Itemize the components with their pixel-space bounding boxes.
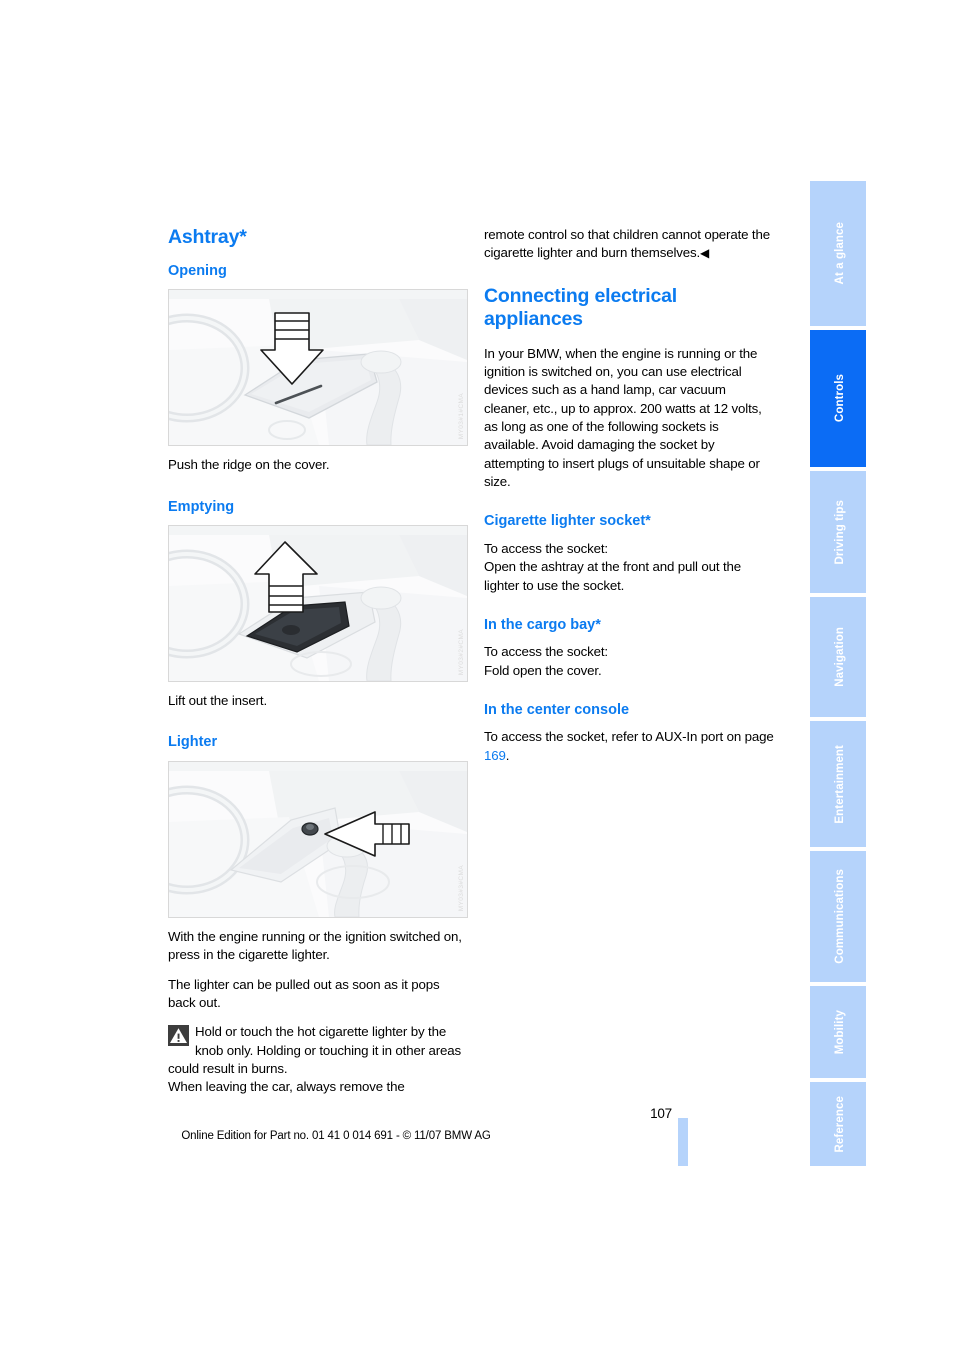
lighter-paragraph-2: The lighter can be pulled out as soon as…: [168, 976, 440, 1010]
tab-label: Reference: [834, 1095, 846, 1153]
heading-center-console: In the center console: [484, 701, 630, 718]
tab-label: Driving tips: [834, 499, 846, 565]
page-reference-link[interactable]: 169: [484, 748, 506, 763]
cargo-bay-line-2: Fold open the cover.: [484, 662, 602, 678]
warning-note: Hold or touch the hot cigarette lighter …: [168, 1023, 468, 1096]
heading-lighter: Lighter: [168, 734, 218, 751]
figure-lighter-illustration: [169, 761, 467, 917]
tab-label: Mobility: [834, 1009, 846, 1055]
figure-opening-ashtray: MY03#1#CMA: [168, 289, 468, 447]
heading-cargo-bay: In the cargo bay*: [484, 616, 601, 633]
tab-mobility[interactable]: Mobility: [810, 986, 866, 1078]
tab-communications[interactable]: Communications: [810, 851, 866, 982]
lighter-paragraph-1: With the engine running or the ignition …: [168, 928, 462, 963]
continued-paragraph-text: remote control so that children cannot o…: [484, 227, 770, 261]
chapter-tab-rail: At a glance Controls Driving tips Naviga…: [810, 181, 866, 1166]
figure-code: MY03#3#CMA: [458, 864, 465, 911]
left-column: Ashtray* Opening MY03#1#CMA Push the rid…: [168, 226, 468, 1097]
continued-paragraph: remote control so that children cannot o…: [484, 226, 774, 263]
caption-emptying: Lift out the insert.: [168, 693, 267, 709]
end-of-section-marker: ◀: [700, 246, 710, 261]
page-title: Ashtray*: [168, 226, 247, 248]
tab-entertainment[interactable]: Entertainment: [810, 721, 866, 847]
warning-text: Hold or touch the hot cigarette lighter …: [168, 1024, 462, 1076]
tab-label: At a glance: [834, 222, 846, 285]
heading-cigarette-lighter-socket: Cigarette lighter socket*: [484, 513, 651, 530]
cargo-bay-line-1: To access the socket:: [484, 644, 608, 660]
tab-label: Controls: [834, 374, 846, 423]
right-column: remote control so that children cannot o…: [484, 226, 774, 776]
tab-controls[interactable]: Controls: [810, 330, 866, 467]
tab-navigation[interactable]: Navigation: [810, 597, 866, 717]
cigarette-socket-line-1: To access the socket:: [484, 540, 608, 556]
figure-code: MY03#2#CMA: [458, 628, 465, 676]
tab-label: Entertainment: [834, 744, 846, 824]
intro-paragraph: In your BMW, when the engine is running …: [484, 345, 762, 490]
caption-opening: Push the ridge on the cover.: [168, 457, 330, 473]
figure-lighter: MY03#3#CMA: [168, 760, 468, 918]
footer-edition-text: Online Edition for Part no. 01 41 0 014 …: [181, 1130, 491, 1142]
tab-label: Communications: [834, 869, 846, 964]
manual-page: Ashtray* Opening MY03#1#CMA Push the rid…: [0, 0, 954, 1350]
figure-opening-illustration: [169, 290, 467, 446]
section-title-connecting: Connecting electrical appliances: [484, 284, 678, 330]
warning-text-continued: When leaving the car, always remove the: [168, 1079, 405, 1095]
center-console-text-prefix: To access the socket, refer to AUX-In po…: [484, 729, 774, 745]
page-number: 107: [650, 1106, 672, 1121]
cigarette-socket-line-2: Open the ashtray at the front and pull o…: [484, 559, 741, 593]
footer-accent-bar: [678, 1118, 688, 1166]
figure-emptying-illustration: [169, 526, 467, 682]
center-console-text-suffix: .: [505, 747, 510, 763]
tab-label: Navigation: [834, 627, 846, 687]
heading-emptying: Emptying: [168, 498, 235, 515]
figure-emptying-ashtray: MY03#2#CMA: [168, 525, 468, 683]
figure-code: MY03#1#CMA: [458, 393, 465, 440]
warning-triangle-icon: [168, 1025, 189, 1047]
tab-driving-tips[interactable]: Driving tips: [810, 471, 866, 593]
tab-at-a-glance[interactable]: At a glance: [810, 181, 866, 326]
center-console-line: To access the socket, refer to AUX-In po…: [484, 728, 774, 765]
heading-opening: Opening: [168, 263, 227, 279]
tab-reference[interactable]: Reference: [810, 1082, 866, 1166]
